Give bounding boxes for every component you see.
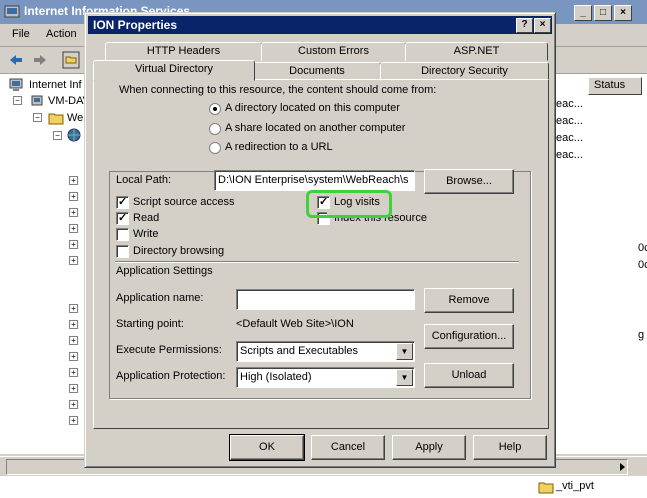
menu-action[interactable]: Action	[46, 28, 77, 40]
content-source-prompt: When connecting to this resource, the co…	[119, 84, 437, 96]
checkbox-directory-browsing[interactable]	[116, 245, 129, 258]
local-path-label: Local Path:	[116, 174, 172, 186]
execute-permissions-select[interactable]: Scripts and Executables ▼	[236, 341, 415, 362]
column-header-status[interactable]: Status	[588, 77, 642, 95]
list-cell[interactable]: eac...	[556, 115, 583, 127]
tab-custom-errors[interactable]: Custom Errors	[261, 42, 406, 61]
radio-label: A share located on another computer	[225, 122, 406, 134]
starting-point-value: <Default Web Site>\ION	[236, 318, 354, 330]
cancel-button[interactable]: Cancel	[311, 435, 385, 460]
app-name-input[interactable]	[236, 289, 415, 310]
radio-local-directory[interactable]	[209, 103, 221, 115]
tree-collapse-icon[interactable]: −	[33, 113, 42, 122]
tab-http-headers[interactable]: HTTP Headers	[105, 42, 262, 61]
folder-icon	[538, 482, 554, 494]
select-value: High (Isolated)	[240, 371, 312, 383]
tree-expand-icon[interactable]: +	[69, 176, 78, 185]
radio-network-share[interactable]	[209, 123, 221, 135]
app-protection-label: Application Protection:	[116, 370, 226, 382]
section-separator	[115, 261, 519, 263]
bg-close-button[interactable]: ×	[614, 5, 632, 21]
tree-collapse-icon[interactable]: −	[13, 96, 22, 105]
tree-expand-icon[interactable]: +	[69, 336, 78, 345]
checkbox-write[interactable]	[116, 228, 129, 241]
dialog-title: ION Properties	[93, 18, 178, 32]
tree-expand-icon[interactable]: +	[69, 224, 78, 233]
tree-expand-icon[interactable]: +	[69, 192, 78, 201]
chevron-down-icon[interactable]: ▼	[396, 369, 413, 386]
tree-expand-icon[interactable]: +	[69, 304, 78, 313]
checkbox-script-source-access[interactable]: ✓	[116, 196, 129, 209]
tree-websites[interactable]: We	[67, 112, 83, 124]
app-name-label: Application name:	[116, 292, 204, 304]
list-cell-fragment: 0c	[638, 242, 647, 254]
list-cell[interactable]: eac...	[556, 132, 583, 144]
radio-url-redirection[interactable]	[209, 142, 221, 154]
list-cell-fragment: g	[638, 329, 645, 341]
radio-label: A redirection to a URL	[225, 141, 333, 153]
tree-expand-icon[interactable]: +	[69, 368, 78, 377]
help-button[interactable]: Help	[473, 435, 547, 460]
bg-tree-pane: Internet Inf − VM-DAV − We − + + + + + +…	[0, 74, 91, 454]
forward-arrow-icon[interactable]	[32, 52, 48, 68]
minimize-button[interactable]: _	[574, 5, 592, 21]
local-path-input[interactable]: D:\ION Enterprise\system\WebReach\s	[214, 170, 415, 191]
ok-button[interactable]: OK	[229, 434, 305, 461]
unload-button[interactable]: Unload	[424, 363, 514, 388]
tree-root[interactable]: Internet Inf	[29, 79, 82, 91]
tree-collapse-icon[interactable]: −	[53, 131, 62, 140]
tab-asp-net[interactable]: ASP.NET	[405, 42, 548, 61]
starting-point-label: Starting point:	[116, 318, 184, 330]
bg-bottom-area: _vti_pvt	[0, 476, 647, 498]
tree-expand-icon[interactable]: +	[69, 352, 78, 361]
list-cell[interactable]: eac...	[556, 149, 583, 161]
up-folder-icon[interactable]	[62, 51, 80, 69]
dialog-titlebar[interactable]: ION Properties ? ×	[88, 16, 552, 34]
server-icon	[31, 95, 43, 106]
column-header-label: Status	[594, 79, 626, 91]
tree-expand-icon[interactable]: +	[69, 400, 78, 409]
ion-properties-dialog: ION Properties ? × HTTP Headers Custom E…	[84, 12, 556, 468]
back-arrow-icon[interactable]	[8, 52, 24, 68]
tree-expand-icon[interactable]: +	[69, 416, 78, 425]
maximize-button[interactable]: □	[594, 5, 612, 21]
checkbox-read[interactable]: ✓	[116, 212, 129, 225]
radio-label: A directory located on this computer	[225, 102, 400, 114]
folder-icon	[48, 113, 64, 125]
tree-expand-icon[interactable]: +	[69, 256, 78, 265]
execute-permissions-label: Execute Permissions:	[116, 344, 222, 356]
tree-expand-icon[interactable]: +	[69, 384, 78, 393]
tree-expand-icon[interactable]: +	[69, 208, 78, 217]
select-value: Scripts and Executables	[240, 345, 359, 357]
folder-item-vti-pvt[interactable]: _vti_pvt	[556, 480, 594, 492]
checkbox-label: Read	[133, 212, 160, 224]
computer-icon	[9, 78, 23, 91]
chevron-down-icon[interactable]: ▼	[396, 343, 413, 360]
app-settings-heading: Application Settings	[116, 265, 213, 277]
tab-virtual-directory[interactable]: Virtual Directory	[93, 60, 255, 81]
apply-button[interactable]: Apply	[392, 435, 466, 460]
browse-button[interactable]: Browse...	[424, 169, 514, 194]
iis-app-icon	[4, 5, 20, 18]
tree-expand-icon[interactable]: +	[69, 320, 78, 329]
scroll-right-icon[interactable]	[617, 461, 627, 473]
configuration-button[interactable]: Configuration...	[424, 324, 514, 349]
checkbox-label: Script source access	[133, 196, 235, 208]
dialog-close-button[interactable]: ×	[534, 18, 551, 33]
remove-button[interactable]: Remove	[424, 288, 514, 313]
checkbox-label: Write	[133, 228, 159, 240]
menu-file[interactable]: File	[12, 28, 30, 40]
bg-list-pane: Status eac... eac... eac... eac... 0c 0c…	[550, 74, 647, 454]
help-question-button[interactable]: ?	[516, 18, 533, 33]
tree-expand-icon[interactable]: +	[69, 240, 78, 249]
annotation-highlight-box	[306, 190, 392, 218]
globe-icon	[67, 128, 81, 142]
list-cell[interactable]: eac...	[556, 98, 583, 110]
list-cell-fragment: 0c	[638, 259, 647, 271]
checkbox-label: Directory browsing	[133, 245, 225, 257]
app-protection-select[interactable]: High (Isolated) ▼	[236, 367, 415, 388]
